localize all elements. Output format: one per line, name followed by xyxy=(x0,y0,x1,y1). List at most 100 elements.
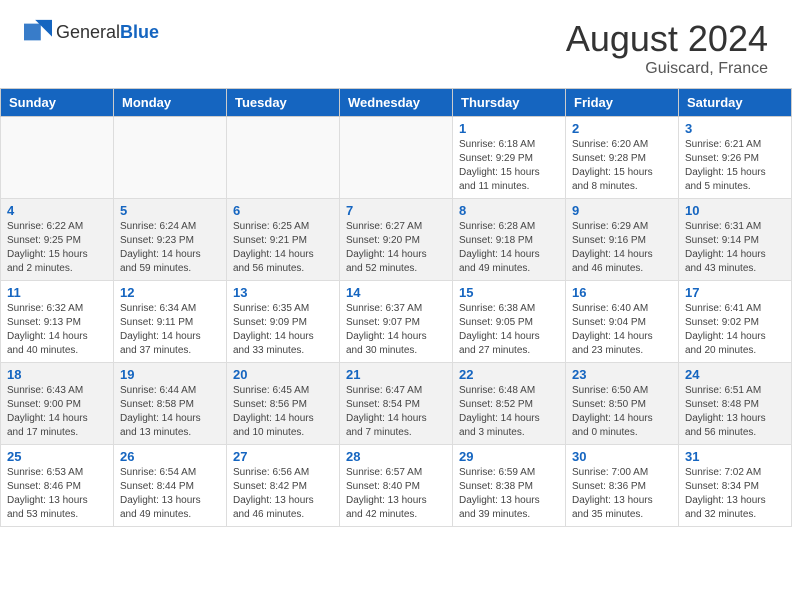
week-row-3: 11Sunrise: 6:32 AM Sunset: 9:13 PM Dayli… xyxy=(1,281,792,363)
day-number-3: 3 xyxy=(685,121,785,136)
day-number-18: 18 xyxy=(7,367,107,382)
day-cell-17: 17 Sunrise: 6:41 AM Sunset: 9:02 PM Dayli… xyxy=(679,281,792,363)
day-cell-3: 3 Sunrise: 6:21 AM Sunset: 9:26 PM Daylig… xyxy=(679,117,792,199)
day-number-6: 6 xyxy=(233,203,333,218)
day-cell-1: 1 Sunrise: 6:18 AM Sunset: 9:29 PM Daylig… xyxy=(453,117,566,199)
day-cell-22: 22 Sunrise: 6:48 AM Sunset: 8:52 PM Dayli… xyxy=(453,363,566,445)
day-info-16: Sunrise: 6:40 AM Sunset: 9:04 PM Dayligh… xyxy=(572,302,672,358)
day-number-29: 29 xyxy=(459,449,559,464)
day-header-monday: Monday xyxy=(114,89,227,117)
day-info-31: Sunrise: 7:02 AM Sunset: 8:34 PM Dayligh… xyxy=(685,466,785,522)
day-cell-26: 26 Sunrise: 6:54 AM Sunset: 8:44 PM Dayli… xyxy=(114,445,227,527)
day-cell-29: 29 Sunrise: 6:59 AM Sunset: 8:38 PM Dayli… xyxy=(453,445,566,527)
day-info-1: Sunrise: 6:18 AM Sunset: 9:29 PM Dayligh… xyxy=(459,138,559,194)
calendar-body: 1 Sunrise: 6:18 AM Sunset: 9:29 PM Daylig… xyxy=(1,117,792,527)
day-info-23: Sunrise: 6:50 AM Sunset: 8:50 PM Dayligh… xyxy=(572,384,672,440)
day-number-22: 22 xyxy=(459,367,559,382)
day-info-21: Sunrise: 6:47 AM Sunset: 8:54 PM Dayligh… xyxy=(346,384,446,440)
day-info-25: Sunrise: 6:53 AM Sunset: 8:46 PM Dayligh… xyxy=(7,466,107,522)
day-number-31: 31 xyxy=(685,449,785,464)
day-info-4: Sunrise: 6:22 AM Sunset: 9:25 PM Dayligh… xyxy=(7,220,107,276)
day-info-13: Sunrise: 6:35 AM Sunset: 9:09 PM Dayligh… xyxy=(233,302,333,358)
day-number-8: 8 xyxy=(459,203,559,218)
day-number-4: 4 xyxy=(7,203,107,218)
day-number-30: 30 xyxy=(572,449,672,464)
day-number-17: 17 xyxy=(685,285,785,300)
day-number-28: 28 xyxy=(346,449,446,464)
day-info-19: Sunrise: 6:44 AM Sunset: 8:58 PM Dayligh… xyxy=(120,384,220,440)
week-row-4: 18Sunrise: 6:43 AM Sunset: 9:00 PM Dayli… xyxy=(1,363,792,445)
generalblue-logo-icon xyxy=(24,18,52,46)
day-cell-28: 28Sunrise: 6:57 AM Sunset: 8:40 PM Dayli… xyxy=(340,445,453,527)
day-info-30: Sunrise: 7:00 AM Sunset: 8:36 PM Dayligh… xyxy=(572,466,672,522)
day-cell-2: 2 Sunrise: 6:20 AM Sunset: 9:28 PM Daylig… xyxy=(566,117,679,199)
location: Guiscard, France xyxy=(566,60,768,78)
day-header-thursday: Thursday xyxy=(453,89,566,117)
day-info-20: Sunrise: 6:45 AM Sunset: 8:56 PM Dayligh… xyxy=(233,384,333,440)
day-header-sunday: Sunday xyxy=(1,89,114,117)
day-cell-27: 27Sunrise: 6:56 AM Sunset: 8:42 PM Dayli… xyxy=(227,445,340,527)
day-info-17: Sunrise: 6:41 AM Sunset: 9:02 PM Dayligh… xyxy=(685,302,785,358)
day-number-19: 19 xyxy=(120,367,220,382)
day-cell-16: 16Sunrise: 6:40 AM Sunset: 9:04 PM Dayli… xyxy=(566,281,679,363)
day-cell-18: 18Sunrise: 6:43 AM Sunset: 9:00 PM Dayli… xyxy=(1,363,114,445)
day-cell-7: 7 Sunrise: 6:27 AM Sunset: 9:20 PM Daylig… xyxy=(340,199,453,281)
day-info-15: Sunrise: 6:38 AM Sunset: 9:05 PM Dayligh… xyxy=(459,302,559,358)
day-header-saturday: Saturday xyxy=(679,89,792,117)
day-info-12: Sunrise: 6:34 AM Sunset: 9:11 PM Dayligh… xyxy=(120,302,220,358)
day-info-3: Sunrise: 6:21 AM Sunset: 9:26 PM Dayligh… xyxy=(685,138,785,194)
day-number-23: 23 xyxy=(572,367,672,382)
day-number-11: 11 xyxy=(7,285,107,300)
day-cell-empty xyxy=(114,117,227,199)
day-cell-21: 21 Sunrise: 6:47 AM Sunset: 8:54 PM Dayli… xyxy=(340,363,453,445)
day-cell-25: 25Sunrise: 6:53 AM Sunset: 8:46 PM Dayli… xyxy=(1,445,114,527)
day-number-21: 21 xyxy=(346,367,446,382)
day-number-2: 2 xyxy=(572,121,672,136)
day-cell-20: 20 Sunrise: 6:45 AM Sunset: 8:56 PM Dayli… xyxy=(227,363,340,445)
day-info-7: Sunrise: 6:27 AM Sunset: 9:20 PM Dayligh… xyxy=(346,220,446,276)
header-row: SundayMondayTuesdayWednesdayThursdayFrid… xyxy=(1,89,792,117)
day-header-tuesday: Tuesday xyxy=(227,89,340,117)
day-number-1: 1 xyxy=(459,121,559,136)
day-number-12: 12 xyxy=(120,285,220,300)
logo-text-blue: Blue xyxy=(120,22,159,42)
day-number-20: 20 xyxy=(233,367,333,382)
week-row-1: 1 Sunrise: 6:18 AM Sunset: 9:29 PM Daylig… xyxy=(1,117,792,199)
day-cell-8: 8Sunrise: 6:28 AM Sunset: 9:18 PM Daylig… xyxy=(453,199,566,281)
day-number-13: 13 xyxy=(233,285,333,300)
day-info-22: Sunrise: 6:48 AM Sunset: 8:52 PM Dayligh… xyxy=(459,384,559,440)
day-cell-4: 4 Sunrise: 6:22 AM Sunset: 9:25 PM Daylig… xyxy=(1,199,114,281)
logo-text-general: General xyxy=(56,22,120,42)
day-info-5: Sunrise: 6:24 AM Sunset: 9:23 PM Dayligh… xyxy=(120,220,220,276)
day-number-24: 24 xyxy=(685,367,785,382)
day-cell-19: 19 Sunrise: 6:44 AM Sunset: 8:58 PM Dayli… xyxy=(114,363,227,445)
day-header-friday: Friday xyxy=(566,89,679,117)
day-info-2: Sunrise: 6:20 AM Sunset: 9:28 PM Dayligh… xyxy=(572,138,672,194)
day-cell-14: 14Sunrise: 6:37 AM Sunset: 9:07 PM Dayli… xyxy=(340,281,453,363)
day-cell-30: 30 Sunrise: 7:00 AM Sunset: 8:36 PM Dayli… xyxy=(566,445,679,527)
day-cell-12: 12 Sunrise: 6:34 AM Sunset: 9:11 PM Dayli… xyxy=(114,281,227,363)
month-title: August 2024 xyxy=(566,18,768,60)
day-info-24: Sunrise: 6:51 AM Sunset: 8:48 PM Dayligh… xyxy=(685,384,785,440)
day-number-10: 10 xyxy=(685,203,785,218)
day-number-26: 26 xyxy=(120,449,220,464)
day-number-14: 14 xyxy=(346,285,446,300)
day-cell-9: 9Sunrise: 6:29 AM Sunset: 9:16 PM Daylig… xyxy=(566,199,679,281)
day-info-6: Sunrise: 6:25 AM Sunset: 9:21 PM Dayligh… xyxy=(233,220,333,276)
day-number-27: 27 xyxy=(233,449,333,464)
day-number-7: 7 xyxy=(346,203,446,218)
week-row-2: 4 Sunrise: 6:22 AM Sunset: 9:25 PM Daylig… xyxy=(1,199,792,281)
day-cell-11: 11Sunrise: 6:32 AM Sunset: 9:13 PM Dayli… xyxy=(1,281,114,363)
week-row-5: 25Sunrise: 6:53 AM Sunset: 8:46 PM Dayli… xyxy=(1,445,792,527)
day-cell-empty xyxy=(340,117,453,199)
day-cell-empty xyxy=(1,117,114,199)
page-header: GeneralBlue August 2024 Guiscard, France xyxy=(0,0,792,88)
day-info-29: Sunrise: 6:59 AM Sunset: 8:38 PM Dayligh… xyxy=(459,466,559,522)
logo: GeneralBlue xyxy=(24,18,159,46)
day-cell-31: 31 Sunrise: 7:02 AM Sunset: 8:34 PM Dayli… xyxy=(679,445,792,527)
title-block: August 2024 Guiscard, France xyxy=(566,18,768,78)
day-info-26: Sunrise: 6:54 AM Sunset: 8:44 PM Dayligh… xyxy=(120,466,220,522)
day-number-5: 5 xyxy=(120,203,220,218)
day-cell-empty xyxy=(227,117,340,199)
day-cell-24: 24 Sunrise: 6:51 AM Sunset: 8:48 PM Dayli… xyxy=(679,363,792,445)
